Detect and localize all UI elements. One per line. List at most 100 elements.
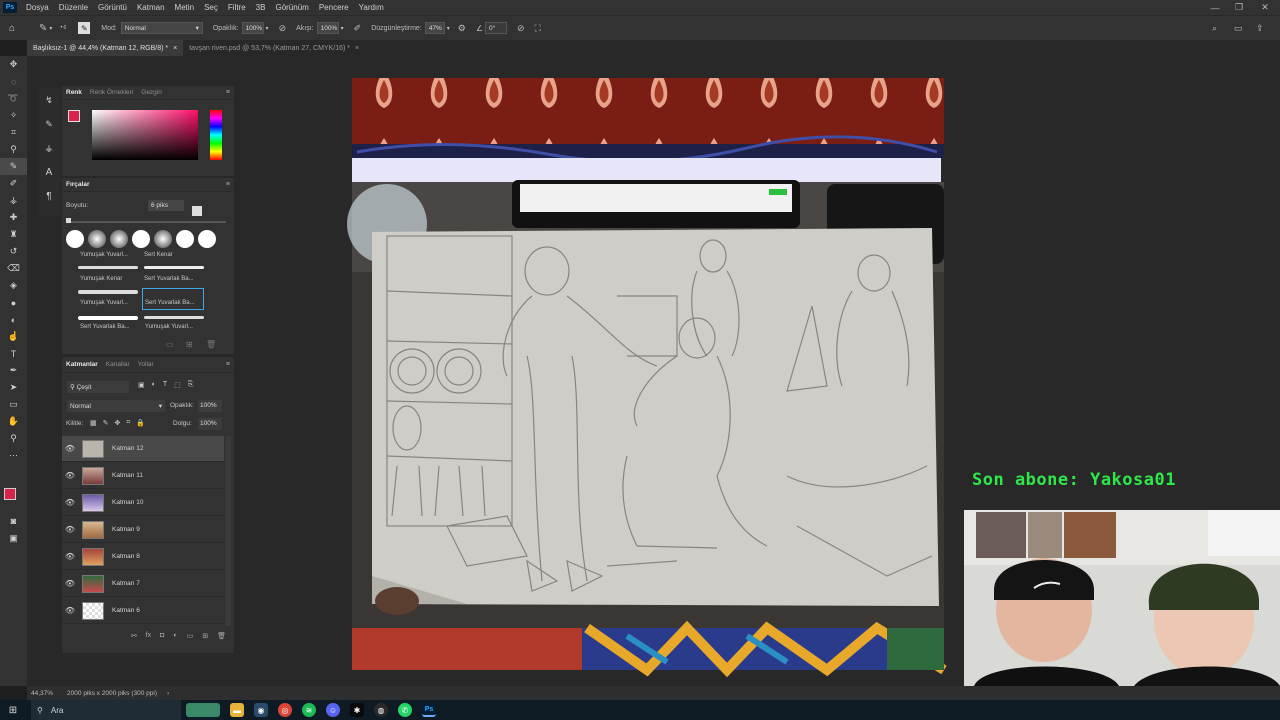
tab-navigator[interactable]: Gezgin bbox=[137, 89, 166, 96]
menu-3d[interactable]: 3B bbox=[251, 3, 271, 12]
brush-item-label[interactable]: Yumuşak Yuvarl... bbox=[80, 300, 128, 306]
clone-stamp-tool-icon[interactable]: ⚶ bbox=[0, 192, 27, 209]
link-layers-icon[interactable]: ⚯ bbox=[131, 632, 137, 640]
spotify-icon[interactable]: ≋ bbox=[302, 703, 316, 717]
history-brush-tool-icon[interactable]: ↺ bbox=[0, 243, 27, 260]
quick-mask-icon[interactable]: ◙ bbox=[0, 512, 27, 529]
move-tool-icon[interactable]: ✥ bbox=[0, 56, 27, 73]
eyedropper-tool-icon[interactable]: ⚲ bbox=[0, 141, 27, 158]
brush-item-label[interactable]: Yumuşak Yuvarl... bbox=[80, 252, 128, 258]
share-icon[interactable]: ⇪ bbox=[1256, 23, 1264, 34]
brush-tip-soft[interactable] bbox=[154, 230, 172, 248]
menu-layer[interactable]: Katman bbox=[132, 3, 170, 12]
lock-pixels-icon[interactable]: ✎ bbox=[103, 419, 109, 427]
home-icon[interactable]: ⌂ bbox=[9, 23, 27, 34]
close-icon[interactable]: × bbox=[355, 45, 359, 52]
steam-icon[interactable]: ◉ bbox=[254, 703, 268, 717]
foreground-color-swatch[interactable] bbox=[4, 488, 16, 500]
widget-icon[interactable] bbox=[186, 703, 220, 717]
panel-menu-icon[interactable]: ≡ bbox=[226, 181, 230, 188]
quick-select-tool-icon[interactable]: ✧ bbox=[0, 107, 27, 124]
blend-mode-select[interactable]: Normal ▾ bbox=[67, 400, 165, 412]
tab-paths[interactable]: Yollar bbox=[134, 361, 158, 368]
color-field[interactable] bbox=[92, 110, 198, 160]
file-explorer-icon[interactable]: ▬ bbox=[230, 703, 244, 717]
layer-row[interactable]: 👁 Katman 11 bbox=[62, 463, 224, 489]
opacity-input[interactable]: 100% bbox=[241, 22, 264, 34]
obs-icon[interactable]: ◍ bbox=[374, 703, 388, 717]
photoshop-taskbar-icon[interactable]: Ps bbox=[422, 703, 436, 717]
menu-edit[interactable]: Düzenle bbox=[54, 3, 93, 12]
type-filter-icon[interactable]: T bbox=[163, 381, 167, 389]
brush-tip-soft[interactable] bbox=[88, 230, 106, 248]
trash-icon[interactable]: 🗑 bbox=[217, 632, 226, 640]
pressure-opacity-icon[interactable]: ⊘ bbox=[279, 23, 287, 34]
close-icon[interactable]: ✕ bbox=[1254, 0, 1276, 15]
chevron-down-icon[interactable]: ▾ bbox=[447, 25, 450, 32]
layer-row[interactable]: 👁 Katman 8 bbox=[62, 544, 224, 570]
menu-help[interactable]: Yardım bbox=[354, 3, 389, 12]
lock-transparency-icon[interactable]: ▦ bbox=[90, 419, 97, 427]
hand-tool-icon[interactable]: ✋ bbox=[0, 413, 27, 430]
layer-filter-select[interactable]: ⚲ Çeşit bbox=[67, 381, 129, 393]
smart-filter-icon[interactable]: ⎘ bbox=[188, 381, 194, 389]
discord-icon[interactable]: ☺ bbox=[326, 703, 340, 717]
visibility-eye-icon[interactable]: 👁 bbox=[62, 552, 78, 561]
screen-mode-icon[interactable]: ▣ bbox=[0, 530, 27, 547]
foreground-color-swatch[interactable] bbox=[68, 110, 80, 122]
new-layer-icon[interactable]: ⊞ bbox=[202, 632, 208, 640]
history-icon[interactable]: ↯ bbox=[38, 88, 60, 112]
adjustment-filter-icon[interactable]: ◐ bbox=[152, 381, 156, 389]
brush-size-preview[interactable]: • bbox=[60, 25, 62, 31]
fill-input[interactable]: 100% bbox=[198, 418, 222, 430]
brush-size-slider[interactable] bbox=[66, 221, 226, 223]
symmetry-icon[interactable]: ⛶ bbox=[535, 23, 541, 34]
search-icon[interactable]: ⌕ bbox=[1212, 23, 1217, 34]
add-mask-icon[interactable]: ◘ bbox=[160, 632, 164, 640]
brush-size-input[interactable]: 6 piks bbox=[148, 200, 184, 211]
zoom-level[interactable]: 44,37% bbox=[31, 690, 53, 697]
slider-handle[interactable] bbox=[66, 218, 71, 223]
new-brush-icon[interactable]: ⊞ bbox=[186, 340, 193, 349]
pressure-size-icon[interactable]: ⊘ bbox=[517, 23, 525, 34]
panel-menu-icon[interactable]: ≡ bbox=[226, 361, 230, 368]
whatsapp-icon[interactable]: ✆ bbox=[398, 703, 412, 717]
menu-image[interactable]: Görüntü bbox=[93, 3, 132, 12]
crop-tool-icon[interactable]: ⌗ bbox=[0, 124, 27, 141]
new-brush-icon[interactable] bbox=[192, 206, 202, 216]
paragraph-icon[interactable]: ¶ bbox=[38, 184, 60, 208]
flow-input[interactable]: 100% bbox=[316, 22, 339, 34]
visibility-eye-icon[interactable]: 👁 bbox=[62, 471, 78, 480]
dodge-tool-icon[interactable]: ◐ bbox=[0, 311, 27, 328]
visibility-eye-icon[interactable]: 👁 bbox=[62, 444, 78, 453]
document-info[interactable]: 2000 piks x 2000 piks (300 ppi) bbox=[67, 690, 157, 697]
workspace-icon[interactable]: ▭ bbox=[1234, 23, 1243, 34]
brush-tip-hard[interactable] bbox=[176, 230, 194, 248]
chevron-down-icon[interactable]: ▾ bbox=[266, 25, 269, 32]
brush-item-selected[interactable] bbox=[142, 288, 204, 310]
smudge-tool-icon[interactable]: ☝ bbox=[0, 328, 27, 345]
brush-tip-soft[interactable] bbox=[110, 230, 128, 248]
chevron-down-icon[interactable]: ▾ bbox=[49, 25, 52, 32]
clone-source-icon[interactable]: ⚶ bbox=[38, 136, 60, 160]
lasso-tool-icon[interactable]: ➰ bbox=[0, 90, 27, 107]
layer-row[interactable]: 👁 Katman 6 bbox=[62, 598, 224, 624]
menu-filter[interactable]: Filtre bbox=[223, 3, 251, 12]
app-icon[interactable]: ✱ bbox=[350, 703, 364, 717]
visibility-eye-icon[interactable]: 👁 bbox=[62, 525, 78, 534]
brush-settings-icon[interactable]: ✎ bbox=[38, 112, 60, 136]
marquee-tool-icon[interactable]: ◌ bbox=[0, 73, 27, 90]
brush-tool-icon[interactable]: ✎ bbox=[39, 23, 47, 34]
blur-tool-icon[interactable]: ● bbox=[0, 294, 27, 311]
image-filter-icon[interactable]: ▣ bbox=[138, 381, 145, 389]
paint-bucket-tool-icon[interactable]: ◈ bbox=[0, 277, 27, 294]
layer-row[interactable]: 👁 Katman 7 bbox=[62, 571, 224, 597]
healing-tool-icon[interactable]: ✚ bbox=[0, 209, 27, 226]
minimize-icon[interactable]: — bbox=[1204, 0, 1226, 15]
menu-view[interactable]: Görünüm bbox=[270, 3, 313, 12]
menu-window[interactable]: Pencere bbox=[314, 3, 354, 12]
menu-file[interactable]: Dosya bbox=[21, 3, 54, 12]
artboard-icon[interactable]: ⌗ bbox=[126, 419, 130, 427]
brush-item-label[interactable]: Yumuşak Yuvarl... bbox=[145, 324, 193, 330]
layer-opacity-input[interactable]: 100% bbox=[198, 400, 222, 412]
